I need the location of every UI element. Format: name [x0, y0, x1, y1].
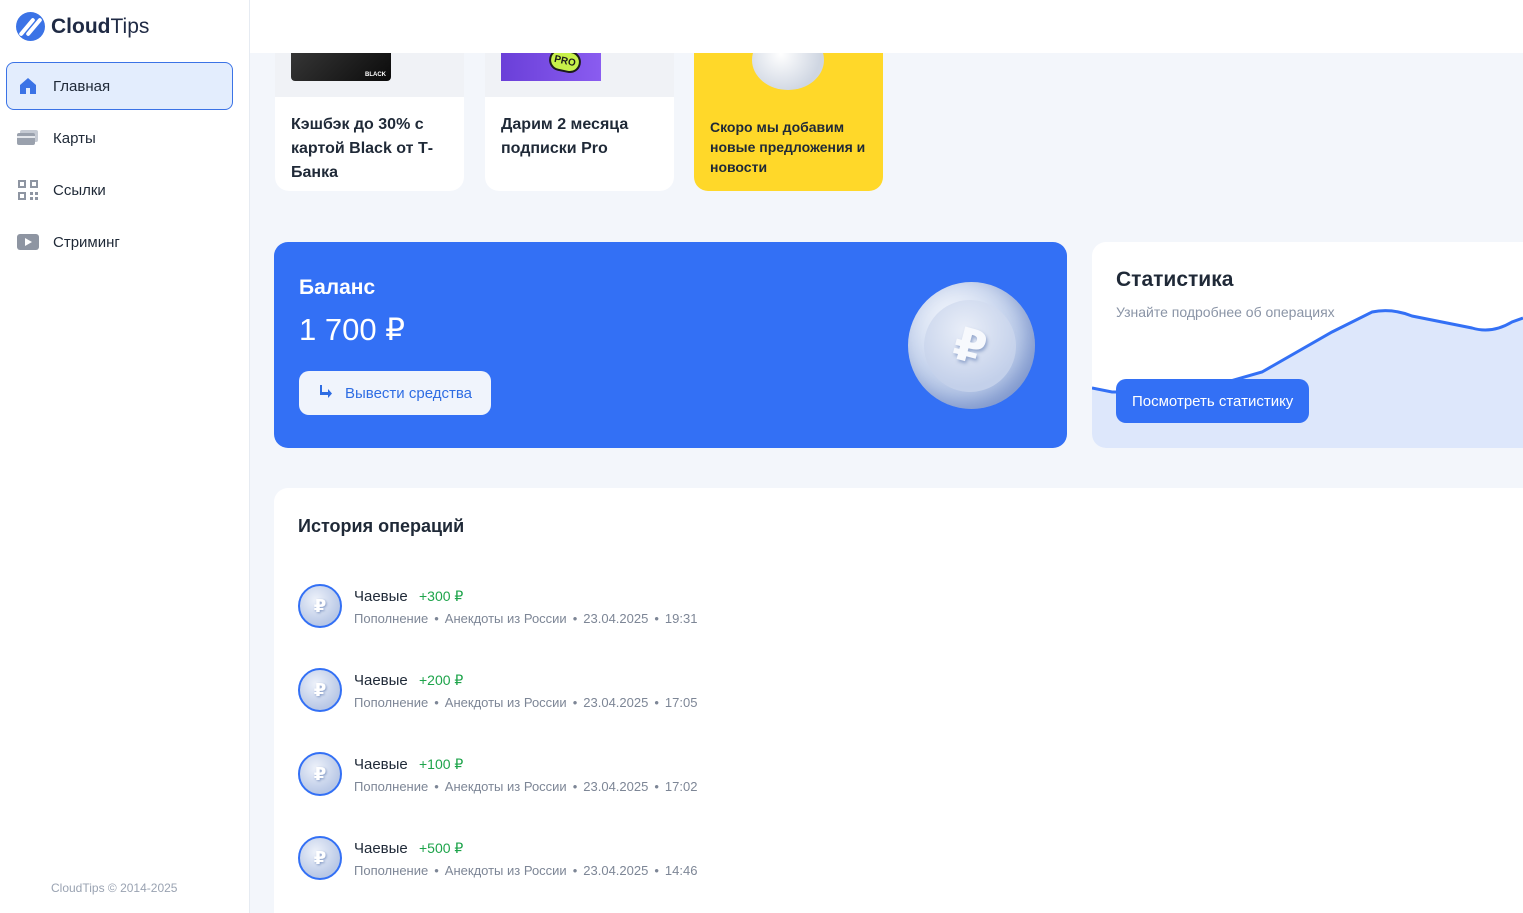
transaction-row[interactable]: ₽ Чаевые +200 ₽ Пополнение • Анекдоты из Р… — [298, 668, 898, 716]
operations-history: История операций ₽ Чаевые +300 ₽ Пополне… — [274, 488, 1523, 913]
home-icon — [17, 75, 39, 97]
transaction-row[interactable]: ₽ Чаевые +300 ₽ Пополнение • Анекдоты из Р… — [298, 584, 898, 632]
transaction-amount: +200 ₽ — [419, 672, 464, 688]
sidebar-item-label: Стриминг — [53, 233, 120, 251]
view-statistics-button[interactable]: Посмотреть статистику — [1116, 379, 1310, 423]
top-bar — [250, 0, 1523, 53]
sidebar-item-links[interactable]: Ссылки — [6, 166, 233, 214]
logo-icon — [16, 12, 45, 41]
balance-card: Баланс 1 700 ₽ Вывести средства ₽ — [274, 242, 1067, 448]
transaction-meta: Пополнение • Анекдоты из России • 23.04.2025… — [354, 611, 698, 626]
promo-caption: Скоро мы добавим новые предложения и нов… — [710, 119, 866, 175]
transaction-name: Чаевые — [354, 756, 408, 773]
ruble-coin-icon: ₽ — [908, 282, 1035, 409]
balance-title: Баланс — [299, 276, 376, 299]
ruble-coin-icon: ₽ — [298, 752, 342, 796]
transaction-name: Чаевые — [354, 840, 408, 857]
sidebar-nav: Главная Карты Ссылки Стриминг — [6, 62, 233, 270]
card-icon — [17, 127, 39, 149]
withdraw-label: Вывести средства — [345, 384, 472, 402]
ruble-coin-icon: ₽ — [298, 584, 342, 628]
promo-caption: Кэшбэк до 30% с картой Black от Т-Банка — [291, 116, 434, 181]
transaction-row[interactable]: ₽ Чаевые +500 ₽ Пополнение • Анекдоты из Р… — [298, 836, 898, 884]
statistics-card[interactable]: Статистика Узнайте подробнее об операция… — [1092, 242, 1523, 448]
transaction-meta: Пополнение • Анекдоты из России • 23.04.2025… — [354, 695, 698, 710]
statistics-subtitle: Узнайте подробнее об операциях — [1116, 304, 1335, 320]
sidebar-item-streaming[interactable]: Стриминг — [6, 218, 233, 266]
transaction-name: Чаевые — [354, 588, 408, 605]
transaction-amount: +100 ₽ — [419, 756, 464, 772]
withdraw-button[interactable]: Вывести средства — [299, 371, 491, 415]
history-title: История операций — [298, 516, 465, 536]
ruble-coin-icon: ₽ — [298, 836, 342, 880]
sidebar-item-label: Карты — [53, 129, 96, 147]
logo-text: CloudTips — [51, 14, 150, 38]
sidebar-item-label: Ссылки — [53, 181, 106, 199]
sidebar-item-home[interactable]: Главная — [6, 62, 233, 110]
sidebar-item-label: Главная — [53, 77, 111, 95]
balance-amount: 1 700 ₽ — [299, 312, 405, 347]
play-icon — [17, 231, 39, 253]
statistics-title: Статистика — [1116, 268, 1234, 291]
promo-caption: Дарим 2 месяца подписки Pro — [501, 116, 629, 157]
sidebar-item-cards[interactable]: Карты — [6, 114, 233, 162]
transaction-amount: +300 ₽ — [419, 588, 464, 604]
transaction-row[interactable]: ₽ Чаевые +100 ₽ Пополнение • Анекдоты из Р… — [298, 752, 898, 800]
transaction-meta: Пополнение • Анекдоты из России • 23.04.2025… — [354, 779, 698, 794]
sidebar: CloudTips Главная Карты Ссылки Стриминг — [0, 0, 250, 913]
ruble-coin-icon: ₽ — [298, 668, 342, 712]
transaction-amount: +500 ₽ — [419, 840, 464, 856]
qr-code-icon — [17, 179, 39, 201]
logo[interactable]: CloudTips — [16, 12, 149, 41]
transaction-name: Чаевые — [354, 672, 408, 689]
transaction-meta: Пополнение • Анекдоты из России • 23.04.2025… — [354, 863, 698, 878]
copyright: CloudTips © 2014-2025 — [51, 881, 178, 895]
withdraw-arrow-icon — [319, 384, 333, 402]
